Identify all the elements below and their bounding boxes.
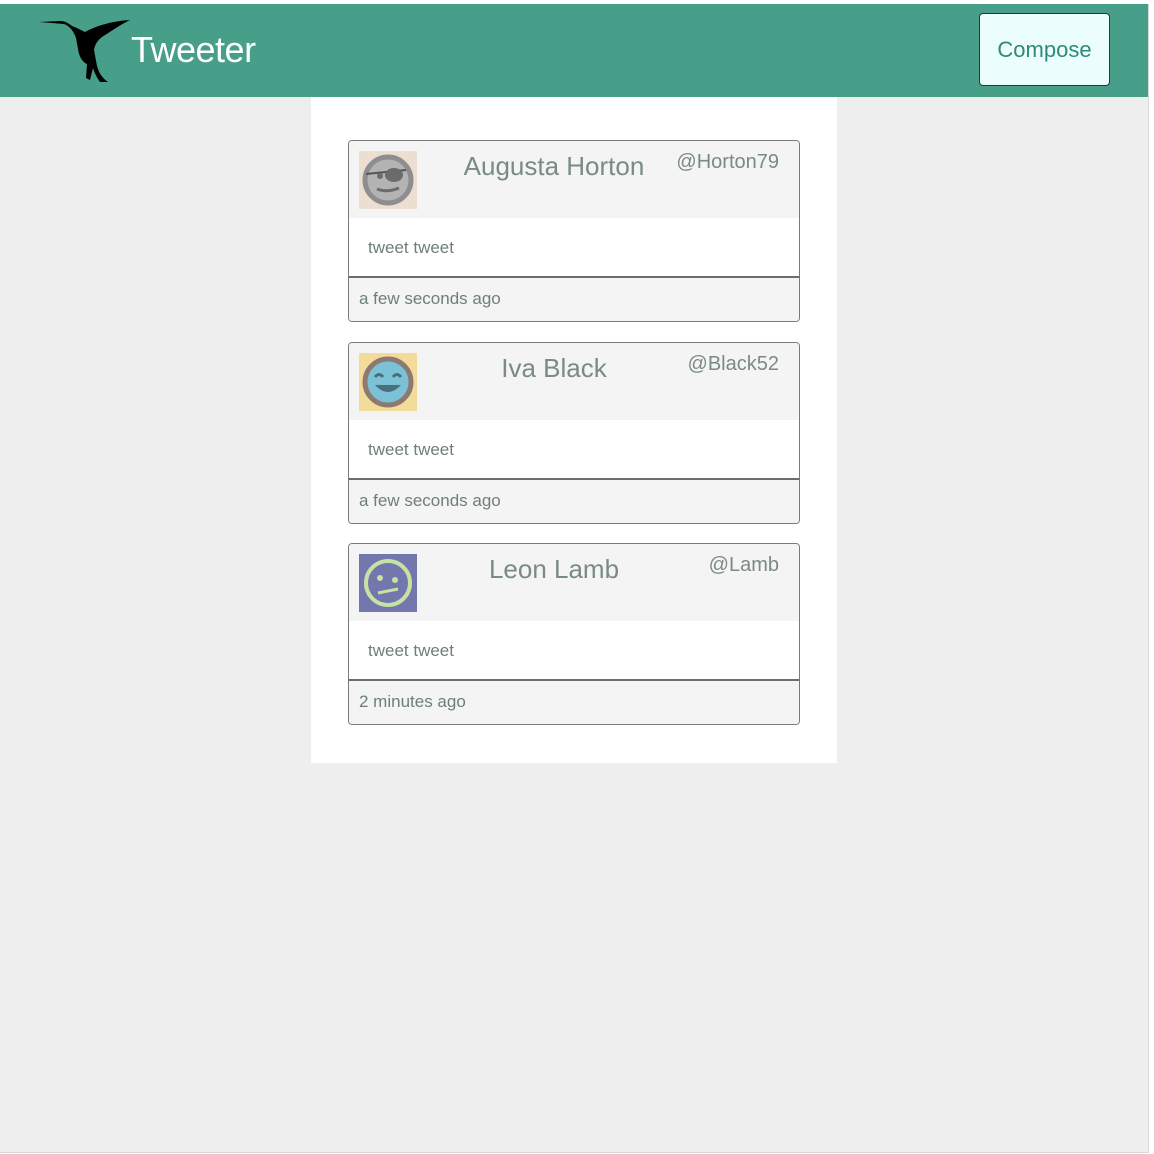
- tweet-card: Leon Lamb @Lamb tweet tweet 2 minutes ag…: [348, 543, 800, 725]
- tweet-header: Augusta Horton @Horton79: [349, 141, 799, 218]
- tweet-text: tweet tweet: [368, 440, 454, 459]
- tweet-timestamp: a few seconds ago: [359, 289, 501, 308]
- tweet-author-handle: @Lamb: [708, 554, 779, 576]
- tweet-feed: Augusta Horton @Horton79 tweet tweet a f…: [311, 97, 837, 763]
- tweet-header: Iva Black @Black52: [349, 343, 799, 420]
- tweet-author-handle: @Horton79: [676, 151, 779, 173]
- tweet-text: tweet tweet: [368, 238, 454, 257]
- compose-button[interactable]: Compose: [979, 13, 1110, 86]
- tweet-footer: a few seconds ago: [349, 278, 799, 321]
- tweet-text: tweet tweet: [368, 641, 454, 660]
- laughing-face-avatar-icon: [359, 353, 417, 411]
- tweet-author-handle: @Black52: [687, 353, 779, 375]
- tweet-footer: a few seconds ago: [349, 480, 799, 523]
- tweet-author-name: Iva Black: [501, 353, 607, 383]
- tweet-timestamp: 2 minutes ago: [359, 692, 466, 711]
- tweet-author-name: Leon Lamb: [488, 554, 620, 584]
- app-title: Tweeter: [131, 29, 256, 70]
- navbar: Tweeter Compose: [0, 4, 1148, 97]
- confused-face-avatar-icon: [359, 554, 417, 612]
- hummingbird-icon: [39, 20, 130, 82]
- tweet-header: Leon Lamb @Lamb: [349, 544, 799, 621]
- page-frame: Tweeter Compose Augusta Horton @Horton79…: [0, 4, 1149, 1153]
- tweet-author-name: Augusta Horton: [463, 151, 645, 181]
- tweet-card: Augusta Horton @Horton79 tweet tweet a f…: [348, 140, 800, 322]
- tweet-timestamp: a few seconds ago: [359, 491, 501, 510]
- tweet-card: Iva Black @Black52 tweet tweet a few sec…: [348, 342, 800, 524]
- tweet-body: tweet tweet: [349, 621, 799, 681]
- pirate-face-avatar-icon: [359, 151, 417, 209]
- tweet-body: tweet tweet: [349, 420, 799, 480]
- tweet-body: tweet tweet: [349, 218, 799, 278]
- tweet-footer: 2 minutes ago: [349, 681, 799, 724]
